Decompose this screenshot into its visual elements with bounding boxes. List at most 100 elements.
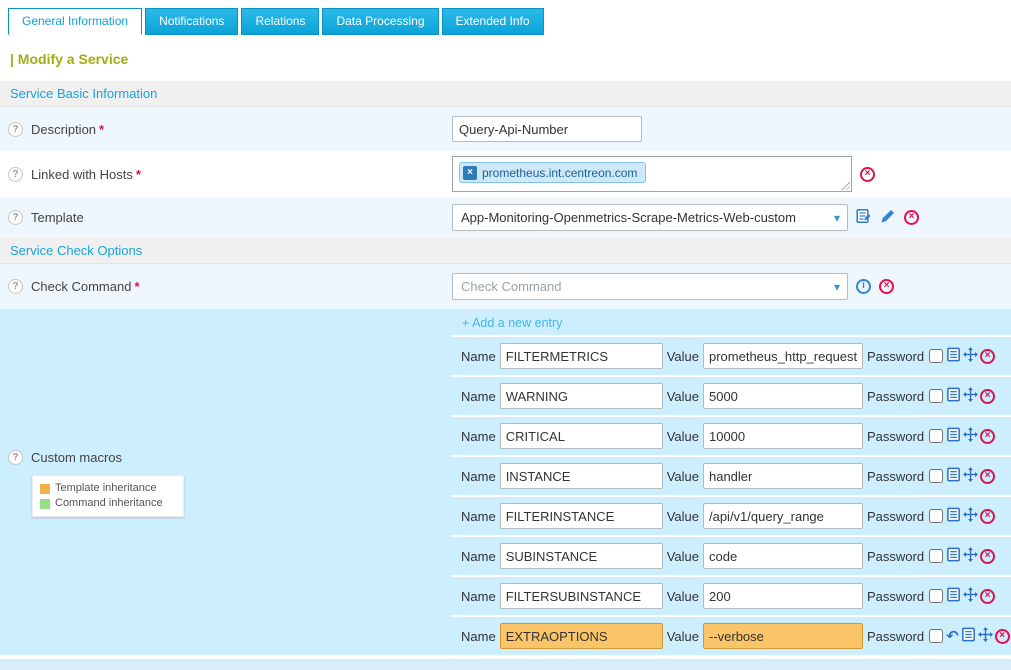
template-select[interactable]: App-Monitoring-Openmetrics-Scrape-Metric… (452, 204, 848, 231)
clear-template-icon[interactable]: × (904, 210, 919, 225)
macro-password-checkbox[interactable] (929, 389, 943, 403)
tab-extended-info[interactable]: Extended Info (442, 8, 544, 35)
move-macro-icon[interactable] (978, 627, 993, 645)
move-macro-icon[interactable] (963, 347, 978, 365)
host-chip: × prometheus.int.centreon.com (459, 162, 646, 183)
macro-value-label: Value (667, 629, 699, 644)
macro-description-icon[interactable] (946, 507, 961, 525)
add-macro-entry-link[interactable]: + Add a new entry (462, 316, 562, 330)
macro-value-label: Value (667, 589, 699, 604)
info-icon[interactable]: i (856, 279, 871, 294)
move-macro-icon[interactable] (963, 547, 978, 565)
next-row-band (0, 659, 1011, 670)
move-macro-icon[interactable] (963, 387, 978, 405)
macro-value-input[interactable] (703, 543, 863, 569)
macro-row: Name Value Password × (452, 535, 1011, 575)
help-icon[interactable]: ? (8, 167, 23, 182)
check-command-select[interactable]: Check Command ▾ (452, 273, 848, 300)
macro-name-label: Name (461, 589, 496, 604)
delete-macro-icon[interactable]: × (980, 389, 995, 404)
macro-name-label: Name (461, 629, 496, 644)
macro-password-checkbox[interactable] (929, 549, 943, 563)
description-input[interactable] (452, 116, 642, 142)
help-icon[interactable]: ? (8, 450, 23, 465)
macro-row-icons: × (929, 387, 995, 405)
macro-password-checkbox[interactable] (929, 469, 943, 483)
macro-row-icons: × (929, 347, 995, 365)
macro-description-icon[interactable] (946, 547, 961, 565)
macro-row: Name Value Password × (452, 335, 1011, 375)
delete-macro-icon[interactable]: × (980, 469, 995, 484)
check-command-row: ? Check Command * Check Command ▾ i × (0, 264, 1011, 309)
tab-notifications[interactable]: Notifications (145, 8, 238, 35)
macro-description-icon[interactable] (946, 467, 961, 485)
macro-value-input[interactable] (703, 623, 863, 649)
macro-description-icon[interactable] (946, 387, 961, 405)
move-macro-icon[interactable] (963, 587, 978, 605)
view-template-icon[interactable] (856, 208, 872, 227)
macro-password-checkbox[interactable] (929, 429, 943, 443)
help-icon[interactable]: ? (8, 279, 23, 294)
description-label-cell: ? Description * (0, 122, 452, 137)
clear-hosts-icon[interactable]: × (860, 167, 875, 182)
macro-value-input[interactable] (703, 503, 863, 529)
delete-macro-icon[interactable]: × (980, 589, 995, 604)
required-mark: * (99, 122, 104, 137)
tab-general-information[interactable]: General Information (8, 8, 142, 35)
move-macro-icon[interactable] (963, 507, 978, 525)
macro-name-input[interactable] (500, 423, 663, 449)
delete-macro-icon[interactable]: × (980, 509, 995, 524)
macro-value-input[interactable] (703, 463, 863, 489)
macro-name-input[interactable] (500, 543, 663, 569)
macro-password-checkbox[interactable] (929, 629, 943, 643)
macro-description-icon[interactable] (946, 427, 961, 445)
macro-row-icons: × (929, 507, 995, 525)
help-icon[interactable]: ? (8, 122, 23, 137)
delete-macro-icon[interactable]: × (980, 349, 995, 364)
move-macro-icon[interactable] (963, 427, 978, 445)
tab-data-processing[interactable]: Data Processing (322, 8, 438, 35)
section-header-basic-information: Service Basic Information (0, 81, 1011, 107)
macro-name-label: Name (461, 349, 496, 364)
macro-password-checkbox[interactable] (929, 509, 943, 523)
macro-value-label: Value (667, 509, 699, 524)
remove-host-icon[interactable]: × (463, 166, 477, 180)
macro-value-input[interactable] (703, 423, 863, 449)
macro-name-input[interactable] (500, 503, 663, 529)
macro-password-checkbox[interactable] (929, 349, 943, 363)
edit-template-icon[interactable] (880, 208, 896, 227)
add-entry-row: + Add a new entry (452, 309, 1011, 335)
macro-name-input[interactable] (500, 583, 663, 609)
macro-password-label: Password (867, 349, 924, 364)
template-label-cell: ? Template (0, 210, 452, 225)
help-icon[interactable]: ? (8, 210, 23, 225)
move-macro-icon[interactable] (963, 467, 978, 485)
delete-macro-icon[interactable]: × (980, 549, 995, 564)
macro-row: Name Value Password × (452, 455, 1011, 495)
macro-name-input[interactable] (500, 623, 663, 649)
macro-description-icon[interactable] (946, 347, 961, 365)
macro-description-icon[interactable] (946, 587, 961, 605)
macro-name-label: Name (461, 389, 496, 404)
macro-value-input[interactable] (703, 383, 863, 409)
macro-password-checkbox[interactable] (929, 589, 943, 603)
macro-name-label: Name (461, 549, 496, 564)
linked-hosts-input[interactable]: × prometheus.int.centreon.com (452, 156, 852, 192)
macro-description-icon[interactable] (961, 627, 976, 645)
macro-value-input[interactable] (703, 343, 863, 369)
clear-check-command-icon[interactable]: × (879, 279, 894, 294)
macro-name-input[interactable] (500, 343, 663, 369)
macro-name-input[interactable] (500, 463, 663, 489)
tab-relations[interactable]: Relations (241, 8, 319, 35)
template-label: Template (31, 210, 84, 225)
macro-row: Name Value Password × (452, 375, 1011, 415)
macro-value-input[interactable] (703, 583, 863, 609)
undo-macro-icon[interactable]: ↶ (946, 630, 959, 643)
delete-macro-icon[interactable]: × (980, 429, 995, 444)
macro-value-label: Value (667, 349, 699, 364)
resize-grip[interactable] (840, 180, 850, 190)
check-command-label: Check Command (31, 279, 131, 294)
delete-macro-icon[interactable]: × (995, 629, 1010, 644)
macro-name-label: Name (461, 469, 496, 484)
macro-name-input[interactable] (500, 383, 663, 409)
